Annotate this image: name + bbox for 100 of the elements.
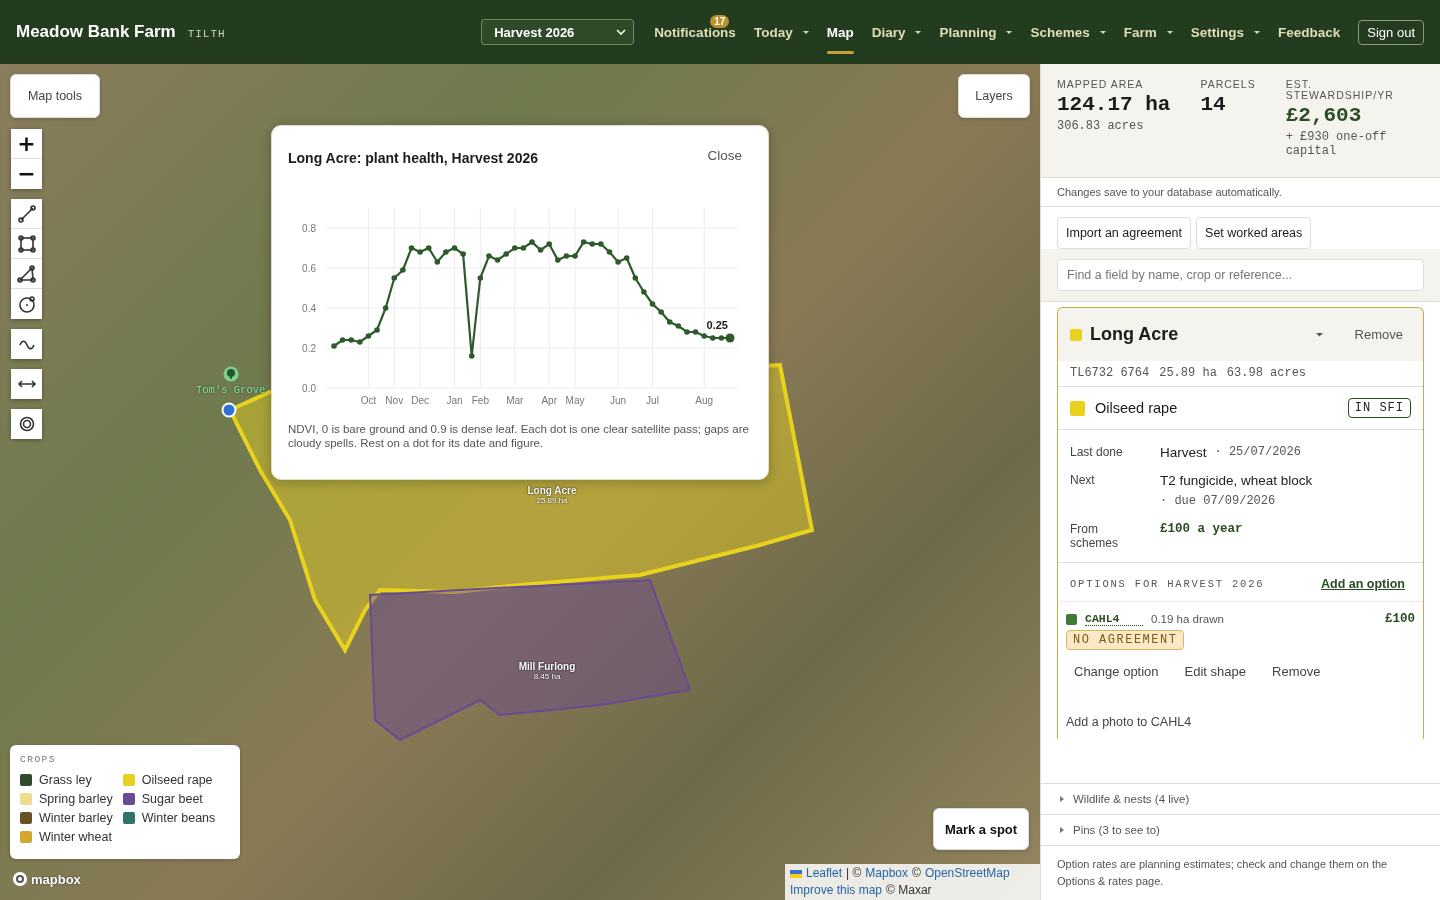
footnote: Option rates are planning estimates; check and change them on the Options & rates page. [1056, 857, 1389, 889]
locate-button[interactable] [11, 409, 42, 439]
field-name: Long Acre [527, 485, 577, 496]
nav-link[interactable]: Farm [1123, 0, 1173, 64]
attribution-link[interactable]: Mapbox [865, 865, 909, 882]
nav-link[interactable]: Notifications 17 [654, 0, 736, 64]
data-point [666, 319, 673, 325]
data-point [468, 353, 475, 359]
nav-link[interactable]: Settings [1190, 0, 1260, 64]
x-axis-label: Jan [446, 395, 463, 406]
mark-spot-button[interactable]: Mark a spot [933, 808, 1029, 850]
field-area: 25.89 ha [536, 496, 568, 505]
nav-link[interactable]: Today [753, 0, 809, 64]
circle-tool-button[interactable] [11, 289, 42, 319]
zoom-out-button[interactable]: − [11, 159, 42, 189]
attribution-link[interactable]: Improve this map [790, 882, 883, 899]
crop-name[interactable]: Oilseed rape [1095, 400, 1338, 416]
rectangle-tool-button[interactable] [11, 229, 42, 259]
polygon-tool-button[interactable] [11, 259, 42, 289]
search-field[interactable]: Find a field by name, crop or reference... [1057, 259, 1424, 291]
option-code[interactable]: CAHL4 [1085, 612, 1143, 626]
app-subtitle: TILTH [187, 28, 226, 40]
field-title: Long Acre [1090, 324, 1180, 345]
scheme-badge: IN SFI [1347, 398, 1411, 418]
sign-out-button[interactable]: Sign out [1358, 19, 1424, 45]
legend-label: Sugar beet [141, 792, 203, 806]
x-axis-label: Nov [385, 395, 404, 406]
place-label: Tom's Grove [196, 384, 266, 396]
data-point [658, 309, 664, 315]
data-point [632, 275, 639, 281]
stat-note: 306.83 acres [1057, 119, 1145, 133]
layers-button[interactable]: Layers [958, 74, 1030, 118]
data-point [425, 245, 432, 251]
data-point [477, 275, 484, 281]
data-point [382, 305, 389, 311]
detail-label: From schemes [1070, 522, 1120, 550]
nav-link[interactable]: Planning [939, 0, 1013, 64]
data-point [649, 301, 656, 307]
stat-note: + £930 one-off capital [1285, 130, 1388, 158]
detail-value: £100 a year [1160, 521, 1243, 538]
action-button[interactable]: Set worked areas [1196, 217, 1312, 249]
data-point [537, 247, 544, 253]
option-action-button[interactable]: Remove [1264, 658, 1329, 685]
attribution-link[interactable]: Leaflet [806, 865, 843, 882]
square-icon [16, 233, 37, 254]
section-heading: OPTIONS FOR HARVEST 2026 [1070, 578, 1265, 590]
data-point [641, 289, 647, 295]
data-point [598, 241, 604, 247]
measure-tool-button[interactable] [11, 369, 42, 399]
option-action-button[interactable]: Edit shape [1176, 658, 1254, 685]
app-title: Meadow Bank Farm [16, 22, 176, 42]
zoom-in-button[interactable]: + [11, 129, 42, 159]
freehand-tool-button[interactable] [11, 329, 42, 359]
attribution-link[interactable]: OpenStreetMap [924, 865, 1010, 882]
y-axis-label: 0.0 [302, 383, 316, 394]
option-area: 0.19 ha drawn [1151, 613, 1377, 625]
data-point [391, 275, 398, 281]
data-point [529, 239, 535, 245]
data-point [486, 253, 492, 259]
data-point [374, 327, 380, 333]
x-axis-label: Aug [695, 395, 714, 406]
x-axis-label: Jun [610, 395, 627, 406]
map-tools-button[interactable]: Map tools [10, 74, 100, 118]
data-point [606, 249, 613, 255]
data-point [615, 259, 621, 265]
y-axis-label: 0.4 [302, 303, 316, 314]
season-select[interactable]: Harvest 2026 [481, 19, 635, 45]
data-point [494, 257, 501, 263]
chevron-down-icon [616, 29, 627, 35]
add-option-link[interactable]: Add an option [1321, 577, 1405, 591]
action-button[interactable]: Import an agreement [1057, 217, 1192, 249]
triangle-right-icon [1059, 827, 1065, 833]
stat-label: MAPPED AREA [1057, 79, 1145, 90]
field-name: Mill Furlong [518, 661, 576, 672]
legend-label: Winter barley [39, 811, 113, 825]
vertex-handle-icon [221, 402, 237, 418]
detail-date: · 25/07/2026 [1214, 444, 1301, 461]
stat-value: 14 [1200, 93, 1227, 116]
stat-value: £2,603 [1285, 104, 1363, 127]
data-point [408, 245, 415, 251]
nav-link[interactable]: Diary [871, 0, 922, 64]
detail-value: Harvest [1160, 444, 1207, 462]
line-tool-button[interactable] [11, 199, 42, 229]
collapsible-section[interactable]: Wildlife & nests (4 live) [1041, 784, 1440, 815]
nav-link[interactable]: Feedback [1278, 0, 1341, 64]
field-area: 8.45 ha [533, 672, 561, 681]
data-point [331, 343, 337, 349]
remove-button[interactable]: Remove [1354, 327, 1403, 342]
option-action-button[interactable]: Change option [1066, 658, 1167, 685]
collapsible-section[interactable]: Pins (3 to see to) [1041, 815, 1440, 846]
nav-link[interactable]: Map [826, 0, 854, 64]
data-point [555, 257, 561, 263]
add-photo-button[interactable]: Add a photo to CAHL4 [1066, 715, 1192, 729]
nav-link[interactable]: Schemes [1030, 0, 1106, 64]
triangle-icon [16, 263, 37, 284]
detail-label: Last done [1070, 445, 1124, 461]
field-reference: 63.98 acres [1226, 366, 1307, 380]
data-point [503, 251, 509, 257]
close-button[interactable]: Close [707, 148, 742, 163]
data-point [589, 241, 596, 247]
